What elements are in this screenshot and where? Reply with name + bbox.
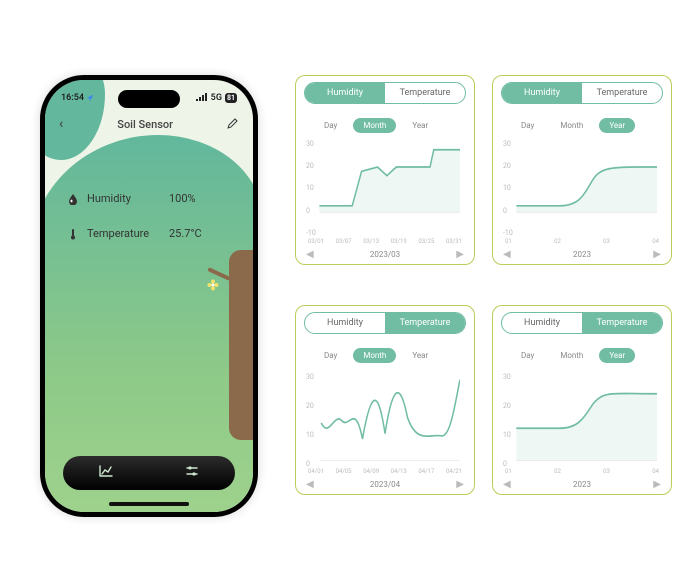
back-button[interactable]: ‹ <box>59 116 63 132</box>
tab-humidity[interactable]: Humidity <box>502 313 582 333</box>
range-month[interactable]: Month <box>353 118 396 133</box>
chart-plot: 3020100 <box>507 369 657 466</box>
range-selector: Day Month Year <box>314 118 466 133</box>
range-year[interactable]: Year <box>402 348 438 363</box>
period-prev[interactable]: ◀ <box>306 249 314 260</box>
tab-temperature[interactable]: Temperature <box>582 313 662 333</box>
network-label: 5G <box>211 93 222 103</box>
flower-icon <box>207 276 217 286</box>
app-header: ‹ Soil Sensor <box>45 112 253 136</box>
chart-card-temperature-month: Humidity Temperature Day Month Year 3020… <box>295 305 475 495</box>
period-next[interactable]: ▶ <box>653 249 661 260</box>
metric-tabs: Humidity Temperature <box>304 312 466 334</box>
range-month[interactable]: Month <box>550 118 593 133</box>
range-day[interactable]: Day <box>314 348 347 363</box>
dynamic-island <box>118 90 180 108</box>
range-year[interactable]: Year <box>402 118 438 133</box>
range-selector: Day Month Year <box>511 348 663 363</box>
period-label: 2023/04 <box>370 480 400 489</box>
period-prev[interactable]: ◀ <box>306 479 314 490</box>
period-label: 2023/03 <box>370 250 400 259</box>
range-day[interactable]: Day <box>511 348 544 363</box>
temperature-row: Temperature 25.7°C <box>67 227 202 240</box>
metrics-panel: Humidity 100% Temperature 25.7°C <box>67 192 202 262</box>
period-next[interactable]: ▶ <box>653 479 661 490</box>
period-prev[interactable]: ◀ <box>503 249 511 260</box>
x-ticks: 01020304 <box>501 238 663 245</box>
x-ticks: 03/0103/0703/1303/1903/2503/31 <box>304 238 466 245</box>
period-next[interactable]: ▶ <box>456 479 464 490</box>
chart-card-temperature-year: Humidity Temperature Day Month Year 3020… <box>492 305 672 495</box>
metric-tabs: Humidity Temperature <box>501 82 663 104</box>
home-indicator[interactable] <box>109 502 189 506</box>
bottom-dock <box>63 456 235 490</box>
chart-plot: 3020100 <box>310 369 460 466</box>
decor-branch <box>229 250 258 440</box>
humidity-label: Humidity <box>87 192 161 205</box>
chart-plot: 3020100-10 <box>310 139 460 236</box>
chart-plot: 3020100-10 <box>507 139 657 236</box>
chart-icon[interactable] <box>98 463 114 483</box>
range-year[interactable]: Year <box>599 348 635 363</box>
tab-temperature[interactable]: Temperature <box>385 313 465 333</box>
metric-tabs: Humidity Temperature <box>501 312 663 334</box>
range-selector: Day Month Year <box>511 118 663 133</box>
tab-humidity[interactable]: Humidity <box>305 313 385 333</box>
range-selector: Day Month Year <box>314 348 466 363</box>
page-title: Soil Sensor <box>117 118 173 131</box>
droplet-icon <box>67 193 79 205</box>
temperature-value: 25.7°C <box>169 227 202 240</box>
range-day[interactable]: Day <box>511 118 544 133</box>
edit-icon[interactable] <box>227 117 239 132</box>
x-ticks: 01020304 <box>501 468 663 475</box>
tab-humidity[interactable]: Humidity <box>305 83 385 103</box>
period-label: 2023 <box>573 480 591 489</box>
x-ticks: 04/0104/0504/0904/1304/1704/21 <box>304 468 466 475</box>
tab-temperature[interactable]: Temperature <box>385 83 465 103</box>
chart-card-humidity-year: Humidity Temperature Day Month Year 3020… <box>492 75 672 265</box>
temperature-label: Temperature <box>87 227 161 240</box>
location-icon <box>86 94 94 102</box>
metric-tabs: Humidity Temperature <box>304 82 466 104</box>
battery-icon: 81 <box>225 93 237 103</box>
period-label: 2023 <box>573 250 591 259</box>
range-month[interactable]: Month <box>353 348 396 363</box>
period-next[interactable]: ▶ <box>456 249 464 260</box>
tab-humidity[interactable]: Humidity <box>502 83 582 103</box>
range-year[interactable]: Year <box>599 118 635 133</box>
phone-frame: 16:54 5G 81 ‹ Soil Sensor Humidity <box>40 75 258 517</box>
humidity-value: 100% <box>169 192 196 205</box>
tab-temperature[interactable]: Temperature <box>582 83 662 103</box>
humidity-row: Humidity 100% <box>67 192 202 205</box>
range-month[interactable]: Month <box>550 348 593 363</box>
signal-icon <box>196 93 208 104</box>
thermometer-icon <box>67 228 79 240</box>
chart-card-humidity-month: Humidity Temperature Day Month Year 3020… <box>295 75 475 265</box>
period-prev[interactable]: ◀ <box>503 479 511 490</box>
status-time: 16:54 <box>61 93 84 103</box>
settings-slider-icon[interactable] <box>184 463 200 483</box>
range-day[interactable]: Day <box>314 118 347 133</box>
